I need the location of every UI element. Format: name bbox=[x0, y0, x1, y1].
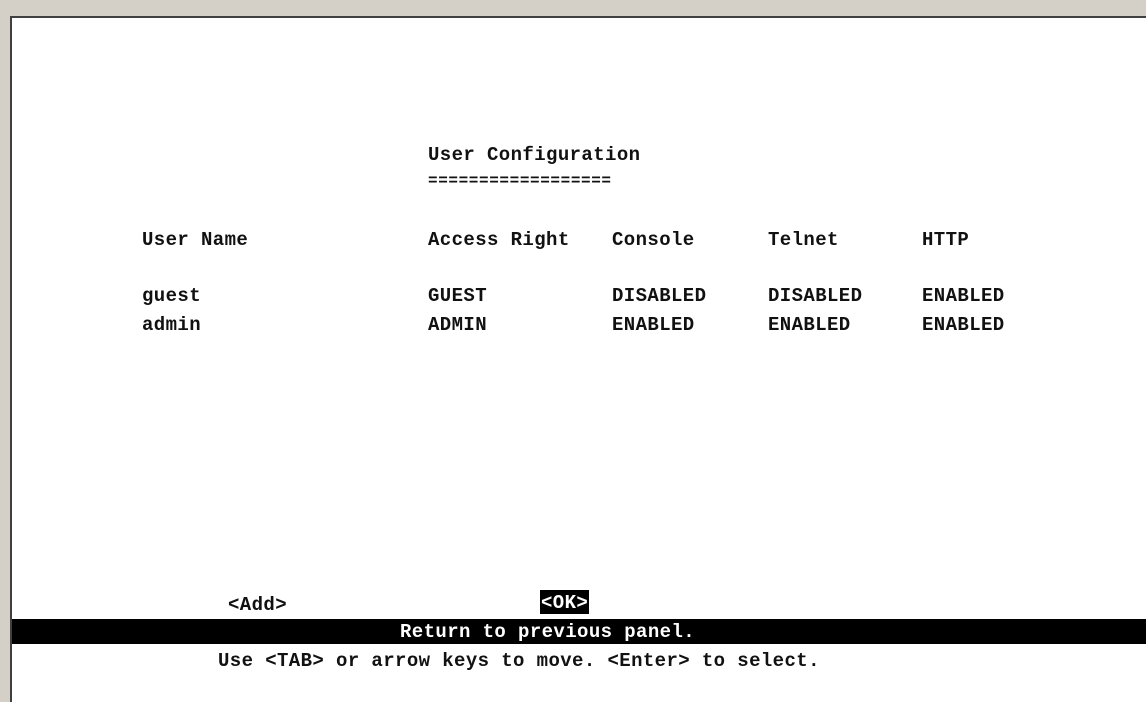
cell-access-right: ADMIN bbox=[428, 314, 488, 336]
add-button[interactable]: <Add> bbox=[228, 594, 287, 616]
column-header-access-right: Access Right bbox=[428, 229, 570, 251]
window-frame: User Configuration ================== Us… bbox=[0, 0, 1146, 702]
title-underline: ================== bbox=[428, 172, 612, 190]
column-header-telnet: Telnet bbox=[768, 229, 839, 251]
ok-button[interactable]: <OK> bbox=[540, 590, 590, 614]
column-header-console: Console bbox=[612, 229, 695, 251]
cell-access-right: GUEST bbox=[428, 285, 488, 307]
column-header-user-name: User Name bbox=[142, 229, 249, 251]
cell-user-name: admin bbox=[142, 314, 202, 336]
terminal-screen: User Configuration ================== Us… bbox=[10, 16, 1146, 702]
cell-user-name: guest bbox=[142, 285, 202, 307]
status-message: Return to previous panel. bbox=[400, 621, 696, 643]
cell-telnet: DISABLED bbox=[768, 285, 863, 307]
status-bar: Return to previous panel. bbox=[12, 619, 1146, 644]
cell-console: ENABLED bbox=[612, 314, 695, 336]
cell-console: DISABLED bbox=[612, 285, 707, 307]
cell-http: ENABLED bbox=[922, 314, 1005, 336]
cell-http: ENABLED bbox=[922, 285, 1005, 307]
help-text: Use <TAB> or arrow keys to move. <Enter>… bbox=[218, 650, 820, 672]
page-title: User Configuration bbox=[428, 144, 641, 166]
column-header-http: HTTP bbox=[922, 229, 970, 251]
cell-telnet: ENABLED bbox=[768, 314, 851, 336]
